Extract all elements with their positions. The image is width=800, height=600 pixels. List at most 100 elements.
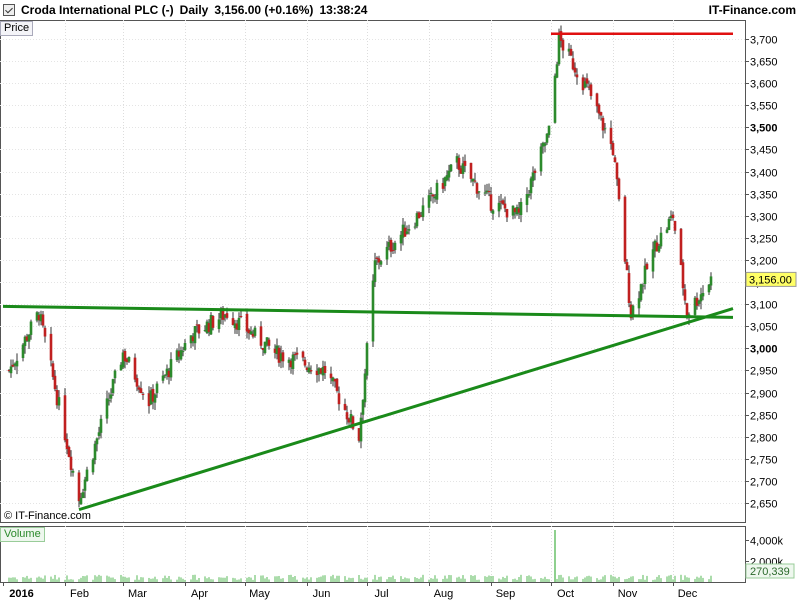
candle-down: [469, 162, 473, 179]
candle-up: [477, 191, 481, 193]
candle-up: [429, 192, 433, 195]
candle-up: [497, 202, 501, 212]
candle-up: [29, 321, 33, 335]
candle-up: [365, 343, 369, 376]
candle-down: [389, 239, 393, 252]
candle-up: [709, 276, 713, 286]
candle-down: [613, 157, 617, 163]
candle-up: [525, 194, 529, 205]
x-tick-label: Mar: [128, 588, 147, 600]
y-tick-label: 2,800: [750, 433, 778, 445]
candle-up: [127, 357, 131, 362]
candle-up: [427, 195, 431, 208]
candle-up: [237, 317, 241, 331]
volume-panel-frame: [0, 526, 746, 583]
candle-down: [589, 84, 593, 97]
candle-down: [301, 351, 305, 358]
candle-down: [63, 395, 67, 441]
candle-up: [407, 229, 411, 231]
candle-up: [155, 383, 159, 394]
candle-up: [707, 284, 711, 293]
y-tick-label: 2,700: [750, 477, 778, 489]
candle-down: [67, 446, 71, 457]
candle-up: [193, 326, 197, 344]
candle-up: [539, 146, 543, 172]
candle-down: [53, 375, 57, 390]
x-tick-label: 2016: [9, 588, 33, 600]
candle-up: [421, 205, 425, 218]
candle-down: [505, 208, 509, 218]
candle-up: [81, 492, 85, 499]
candle-up: [105, 398, 109, 419]
candle-down: [239, 316, 243, 318]
candle-down: [281, 352, 285, 362]
candle-up: [531, 172, 535, 181]
candle-down: [679, 228, 683, 265]
candle-down: [463, 160, 467, 166]
y-tick-label: 3,500: [750, 123, 778, 135]
candle-down: [671, 214, 675, 219]
y-tick-label: 3,700: [750, 35, 778, 47]
candle-up: [393, 242, 397, 251]
candle-down: [337, 393, 341, 405]
volume-panel-label: Volume: [0, 527, 45, 542]
last-price-label: 3,156.00: [749, 274, 792, 286]
candle-down: [417, 212, 421, 219]
candle-up: [93, 443, 97, 460]
candle-up: [253, 327, 257, 336]
candle-down: [625, 262, 629, 271]
candle-up: [665, 229, 669, 233]
candle-up: [27, 334, 31, 342]
y-tick-label: 2,750: [750, 455, 778, 467]
candle-up: [701, 292, 705, 297]
candle-down: [329, 373, 333, 379]
candle-up: [449, 164, 453, 172]
candle-up: [181, 351, 185, 353]
candle-down: [457, 157, 461, 170]
candle-up: [385, 246, 389, 260]
candle-down: [141, 393, 145, 395]
candle-up: [15, 360, 19, 367]
x-tick-label: Jul: [374, 588, 388, 600]
candle-down: [49, 333, 53, 361]
candle-up: [217, 319, 221, 329]
candle-down: [623, 196, 627, 262]
candle-down: [77, 472, 81, 502]
candle-down: [615, 162, 619, 180]
candle-up: [169, 359, 173, 378]
candle-down: [197, 324, 201, 334]
candle-up: [79, 497, 83, 505]
candle-up: [85, 469, 89, 481]
x-tick-label: May: [249, 588, 270, 600]
candle-up: [667, 218, 671, 230]
candle-down: [51, 363, 55, 377]
candle-up: [91, 459, 95, 473]
candle-down: [595, 93, 599, 107]
candle-up: [435, 182, 439, 200]
y-tick-label: 3,200: [750, 256, 778, 268]
candle-down: [645, 263, 649, 270]
candle-up: [659, 232, 663, 247]
candle-up: [657, 246, 661, 252]
y-tick-label: 3,000: [750, 344, 778, 356]
candle-up: [21, 344, 25, 359]
candle-up: [109, 394, 113, 399]
candle-up: [95, 438, 99, 445]
candle-up: [307, 367, 311, 373]
price-chart: 2016 Feb Mar Apr May Jun Jul Aug Sep Oct Nov Dec 3,7…: [0, 20, 797, 600]
candle-down: [487, 191, 491, 193]
candle-up: [291, 354, 295, 370]
trend-line: [78, 307, 734, 512]
volume-last-value: 270,339: [750, 566, 790, 578]
candle-down: [533, 170, 537, 174]
candle-down: [627, 273, 631, 303]
candle-down: [473, 180, 477, 182]
candle-up: [249, 331, 253, 335]
candle-up: [113, 370, 117, 379]
candle-down: [561, 40, 565, 51]
candle-down: [259, 326, 263, 346]
y-tick-label: 3,100: [750, 300, 778, 312]
candle-down: [609, 127, 613, 144]
candle-up: [651, 249, 655, 272]
x-tick-label: Sep: [496, 588, 516, 600]
